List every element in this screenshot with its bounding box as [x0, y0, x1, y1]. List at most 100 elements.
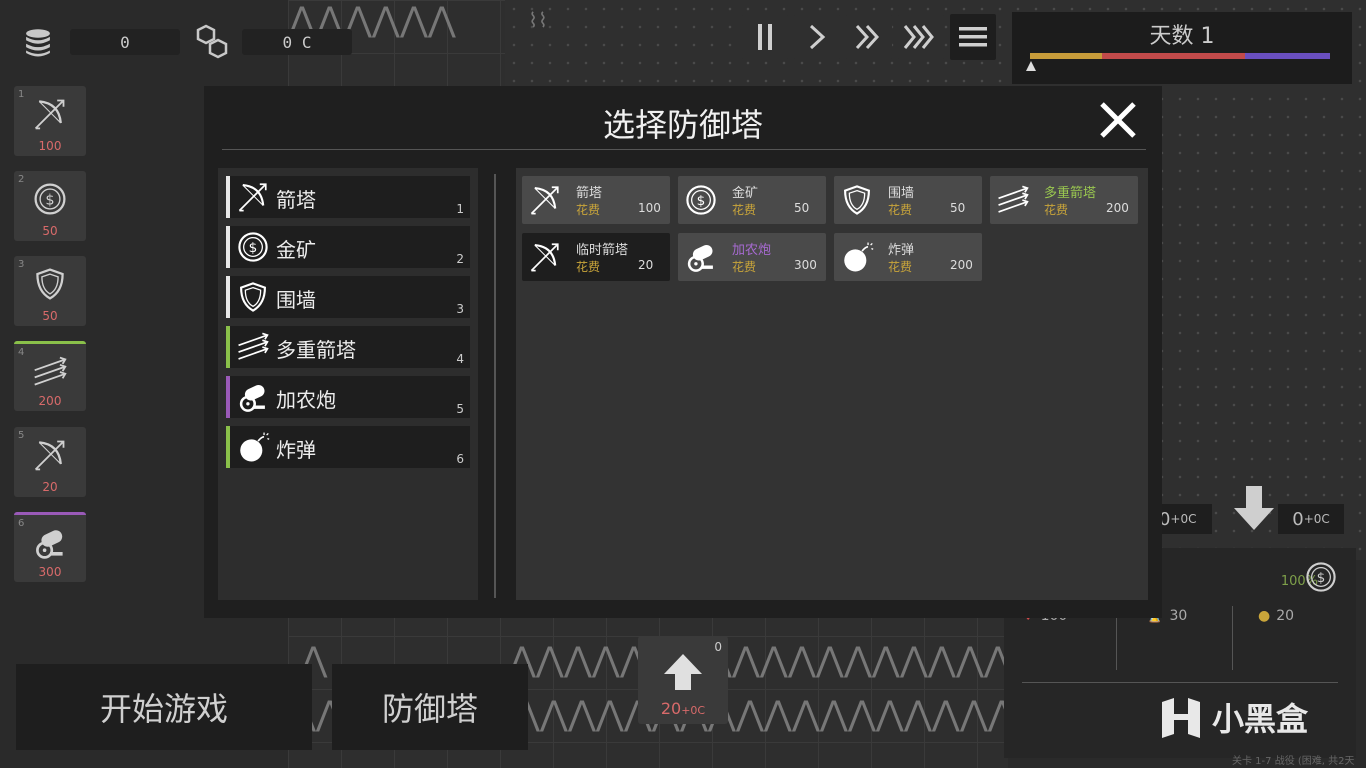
tower-list-item-bomb[interactable]: 炸弹 6	[226, 426, 470, 468]
tower-card-cost-label: 花费	[1044, 203, 1069, 217]
tower-card-cost: 300	[794, 258, 817, 272]
fast-forward-button[interactable]	[846, 14, 892, 60]
hotbar-slot-3[interactable]: 3 50	[14, 256, 86, 326]
watermark-text: 小黑盒	[1212, 700, 1309, 738]
tower-card-name: 多重箭塔	[1044, 186, 1097, 201]
tower-list-item-wall[interactable]: 围墙 3	[226, 276, 470, 318]
modal-title: 选择防御塔	[602, 106, 763, 144]
hotbar-slot-1[interactable]: 1 100	[14, 86, 86, 156]
time-value: 30	[1169, 608, 1188, 624]
pause-icon	[758, 24, 772, 50]
crystal-resource: 0 C	[192, 22, 352, 62]
hotbar-slot-number: 3	[18, 259, 25, 270]
menu-button[interactable]	[950, 14, 996, 60]
tower-card-cost: 200	[1106, 201, 1129, 215]
play-icon	[809, 24, 826, 50]
footer-note: 关卡 1-7 战役 (困难, 共2天	[1232, 756, 1355, 767]
tower-list-item-gold[interactable]: 金矿 2	[226, 226, 470, 268]
tower-list-label: 围墙	[276, 288, 316, 312]
tower-list-label: 箭塔	[276, 188, 316, 212]
tower-card-cost: 20	[638, 258, 654, 272]
start-game-label: 开始游戏	[99, 690, 228, 728]
tower-card-arrow[interactable]: 箭塔 花费 100	[522, 176, 670, 224]
shield-icon	[236, 280, 270, 314]
tower-card-cost: 100	[638, 201, 661, 215]
start-game-button[interactable]: 开始游戏	[16, 664, 312, 750]
tower-list-label: 加农炮	[276, 388, 336, 412]
drop-value-box: 0 +0C	[1278, 504, 1344, 534]
tower-card-wall[interactable]: 围墙 花费 50	[834, 176, 982, 224]
tower-list-item-cannon[interactable]: 加农炮 5	[226, 376, 470, 418]
upgrade-count: 0	[714, 640, 722, 654]
tower-card-name: 加农炮	[732, 243, 772, 258]
hotbar-slot-number: 6	[18, 518, 25, 529]
bow-icon	[32, 96, 68, 132]
towers-button[interactable]: 防御塔	[332, 664, 528, 750]
tower-card-name: 金矿	[732, 186, 759, 201]
bow-icon	[528, 183, 562, 217]
cannon-icon	[684, 240, 718, 274]
tower-card-name: 炸弹	[888, 243, 915, 258]
fastest-button[interactable]	[898, 14, 944, 60]
bow-icon	[32, 437, 68, 473]
upgrade-button[interactable]: 0 20+0C	[638, 636, 728, 724]
tower-list-key: 4	[456, 352, 464, 366]
upgrade-cost-row: 20+0C	[638, 699, 728, 718]
speed-controls	[742, 14, 996, 60]
hotbar-slot-cost: 300	[38, 565, 62, 579]
tower-list: 箭塔 1 金矿 2 围墙 3 多重箭塔 4 加农炮 5 炸弹 6	[218, 168, 478, 600]
income-value: 20	[1276, 608, 1295, 624]
hamburger-icon	[959, 27, 987, 47]
income-stat: ● 20	[1246, 608, 1358, 624]
tower-select-modal: 选择防御塔 箭塔 1 金矿 2 围墙 3 多重箭塔 4 加农炮 5 炸弹 6 箭…	[204, 86, 1162, 618]
drop-suffix: +0C	[1303, 512, 1330, 526]
tower-list-key: 3	[456, 302, 464, 316]
hotbar-slot-5[interactable]: 5 20	[14, 427, 86, 497]
tower-card-gold[interactable]: 金矿 花费 50	[678, 176, 826, 224]
hotbar-slot-cost: 50	[42, 224, 58, 238]
multi-arrow-icon	[996, 183, 1030, 217]
coin-small-icon: ●	[1258, 608, 1271, 624]
hotbar-slot-cost: 50	[42, 309, 58, 323]
pause-button[interactable]	[742, 14, 788, 60]
play-button[interactable]	[794, 14, 840, 60]
crystal-icon	[192, 22, 232, 62]
tower-card-cost-label: 花费	[576, 260, 601, 274]
multi-arrow-icon	[32, 354, 68, 390]
tower-list-key: 2	[456, 252, 464, 266]
tower-card-temp-arrow[interactable]: 临时箭塔 花费 20	[522, 233, 670, 281]
hotbar-slot-cost: 20	[42, 480, 58, 494]
fast-forward-icon	[855, 24, 880, 50]
tower-card-cost-label: 花费	[732, 260, 757, 274]
multi-arrow-icon	[236, 330, 270, 364]
bomb-icon	[236, 430, 270, 464]
close-button[interactable]	[1096, 98, 1140, 142]
hotbar-slot-6[interactable]: 6 300	[14, 512, 86, 582]
tower-list-item-multi[interactable]: 多重箭塔 4	[226, 326, 470, 368]
upgrade-cost: 20	[660, 699, 682, 718]
hotbar-slot-number: 5	[18, 430, 25, 441]
up-arrow-icon	[664, 654, 702, 690]
tower-card-cannon[interactable]: 加农炮 花费 300	[678, 233, 826, 281]
tower-list-key: 5	[456, 402, 464, 416]
hotbar-slot-cost: 100	[38, 139, 62, 153]
hotbar-slot-2[interactable]: 2 50	[14, 171, 86, 241]
hotbar-slot-cost: 200	[38, 394, 62, 408]
crystal-value: 0 C	[242, 29, 352, 55]
tower-card-cost: 200	[950, 258, 973, 272]
cannon-icon	[236, 380, 270, 414]
day-panel: 天数 1	[1012, 12, 1352, 84]
tower-list-item-arrow[interactable]: 箭塔 1	[226, 176, 470, 218]
tower-card-name: 围墙	[888, 186, 915, 201]
tower-card-bomb[interactable]: 炸弹 花费 200	[834, 233, 982, 281]
drop-value: 0	[1292, 508, 1304, 530]
day-progress-bar	[1030, 53, 1330, 59]
tower-grid: 箭塔 花费 100 金矿 花费 50 围墙 花费 50 多重箭塔 花费 200 …	[516, 168, 1148, 600]
hotbar-slot-number: 2	[18, 174, 25, 185]
shield-icon	[840, 183, 874, 217]
fastest-icon	[903, 25, 934, 49]
bomb-icon	[840, 240, 874, 274]
tower-card-multi[interactable]: 多重箭塔 花费 200	[990, 176, 1138, 224]
upgrade-cost-suffix: +0C	[681, 704, 706, 717]
hotbar-slot-4[interactable]: 4 200	[14, 341, 86, 411]
